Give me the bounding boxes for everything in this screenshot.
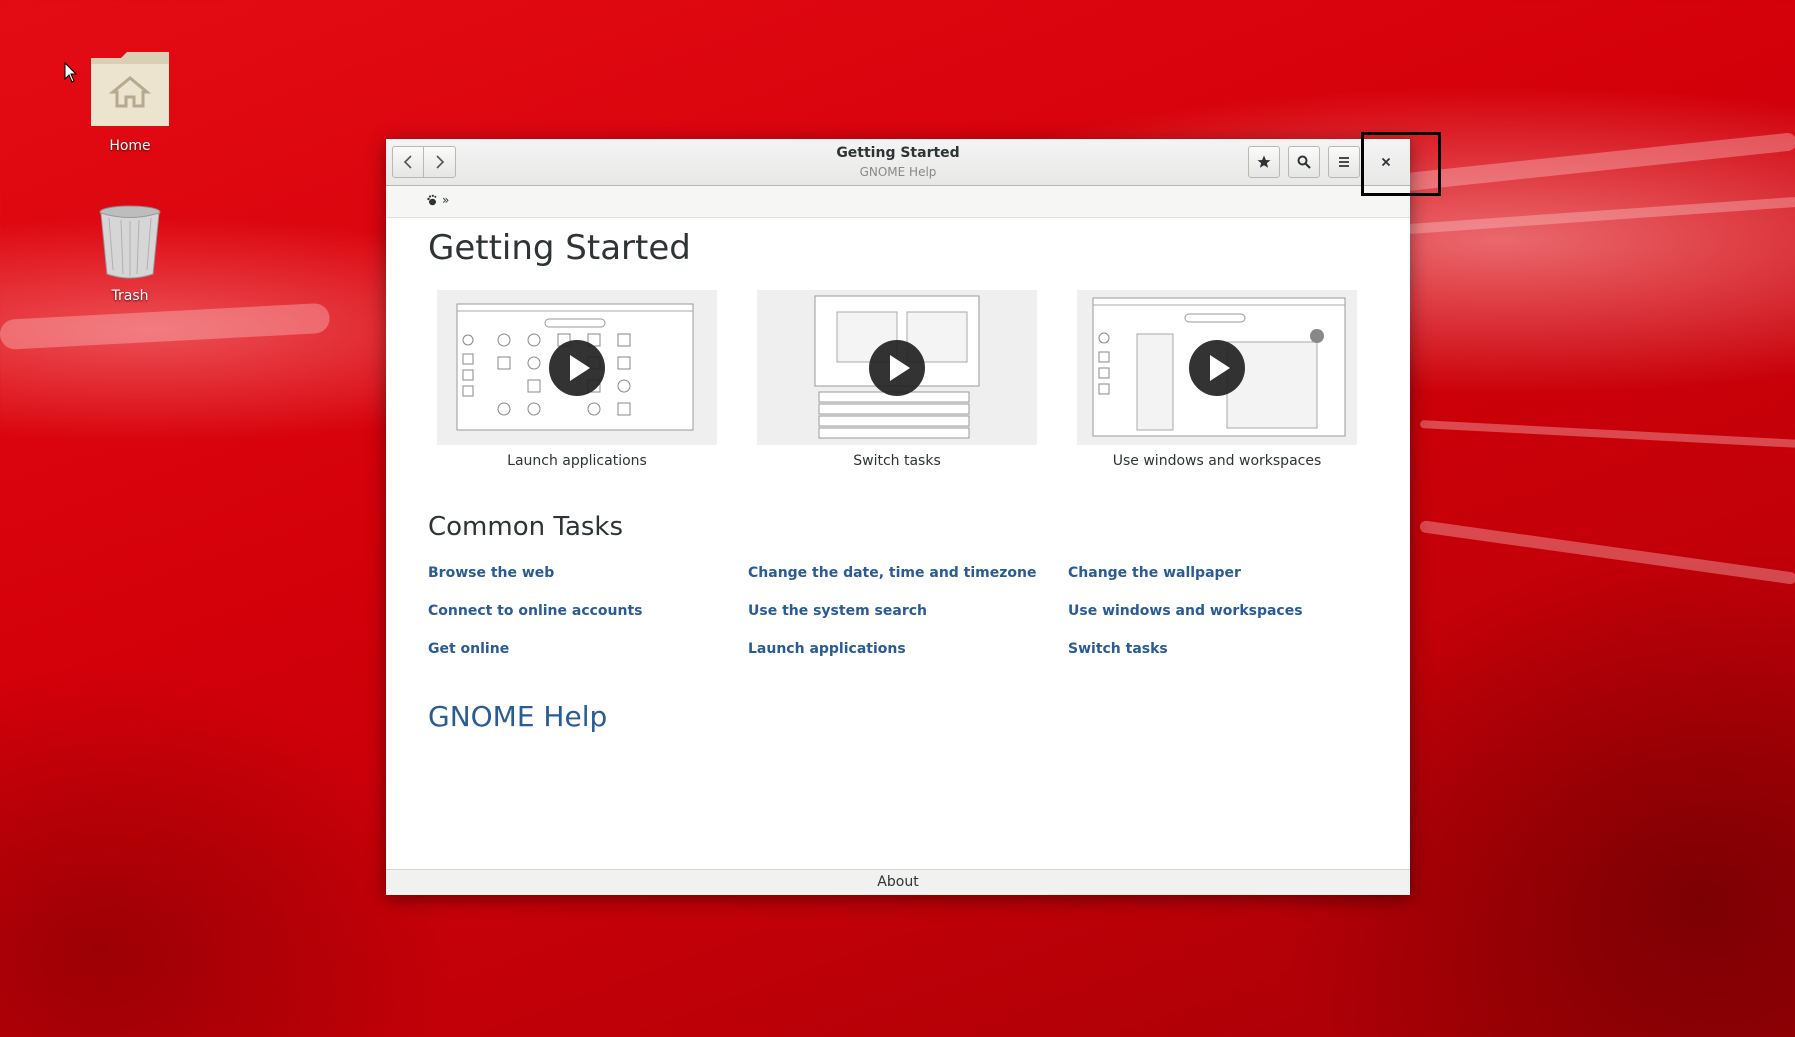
trash-icon <box>99 205 161 279</box>
header-bar: Getting Started GNOME Help <box>386 139 1410 186</box>
task-link[interactable]: Connect to online accounts <box>428 603 643 619</box>
task-link[interactable]: Change the date, time and timezone <box>748 565 1036 581</box>
hamburger-menu-icon <box>1339 157 1349 167</box>
breadcrumb: » <box>426 193 449 207</box>
task-link[interactable]: Use windows and workspaces <box>1068 603 1303 619</box>
video-switch-tasks[interactable]: Switch tasks <box>757 290 1037 469</box>
help-window: Getting Started GNOME Help » Getting Sta… <box>386 139 1410 895</box>
gnome-help-link[interactable]: GNOME Help <box>428 700 607 733</box>
video-caption: Launch applications <box>507 453 647 469</box>
desktop-icon-label: Trash <box>111 288 149 304</box>
wallpaper-streak <box>1419 520 1795 585</box>
search-icon <box>1297 155 1311 169</box>
desktop-icon-label: Home <box>109 138 151 154</box>
video-grid: Launch applications Switch tasks Use win… <box>428 290 1368 480</box>
wallpaper-streak <box>0 302 331 350</box>
star-icon <box>1257 155 1271 168</box>
home-folder-icon <box>91 52 169 126</box>
video-thumbnail[interactable] <box>1077 290 1357 445</box>
video-caption: Switch tasks <box>853 453 941 469</box>
task-link[interactable]: Change the wallpaper <box>1068 565 1241 581</box>
task-link[interactable]: Use the system search <box>748 603 927 619</box>
common-tasks-heading: Common Tasks <box>428 512 624 542</box>
video-thumbnail[interactable] <box>437 290 717 445</box>
breadcrumb-bar: » <box>386 186 1410 218</box>
desktop-icon-home[interactable]: Home <box>70 48 190 154</box>
video-launch-applications[interactable]: Launch applications <box>437 290 717 469</box>
play-icon[interactable] <box>549 340 605 396</box>
bookmark-button[interactable] <box>1248 146 1280 178</box>
header-actions <box>1248 146 1360 178</box>
close-button[interactable] <box>1370 146 1402 178</box>
video-caption: Use windows and workspaces <box>1112 453 1322 469</box>
search-button[interactable] <box>1288 146 1320 178</box>
desktop-icon-trash[interactable]: Trash <box>70 204 190 304</box>
page-content: Getting Started Launch applications Swit… <box>428 217 1370 733</box>
play-icon[interactable] <box>1189 340 1245 396</box>
close-icon <box>1381 157 1391 167</box>
wallpaper-streak <box>1419 420 1795 448</box>
breadcrumb-separator: » <box>442 193 450 207</box>
task-link[interactable]: Get online <box>428 641 509 657</box>
task-link[interactable]: Launch applications <box>748 641 906 657</box>
task-link[interactable]: Switch tasks <box>1068 641 1168 657</box>
video-windows-workspaces[interactable]: Use windows and workspaces <box>1077 290 1357 469</box>
play-icon[interactable] <box>869 340 925 396</box>
about-button[interactable]: About <box>386 869 1410 895</box>
task-link[interactable]: Browse the web <box>428 565 554 581</box>
page-title: Getting Started <box>428 228 691 268</box>
menu-button[interactable] <box>1328 146 1360 178</box>
video-thumbnail[interactable] <box>757 290 1037 445</box>
gnome-foot-icon[interactable] <box>426 194 438 206</box>
